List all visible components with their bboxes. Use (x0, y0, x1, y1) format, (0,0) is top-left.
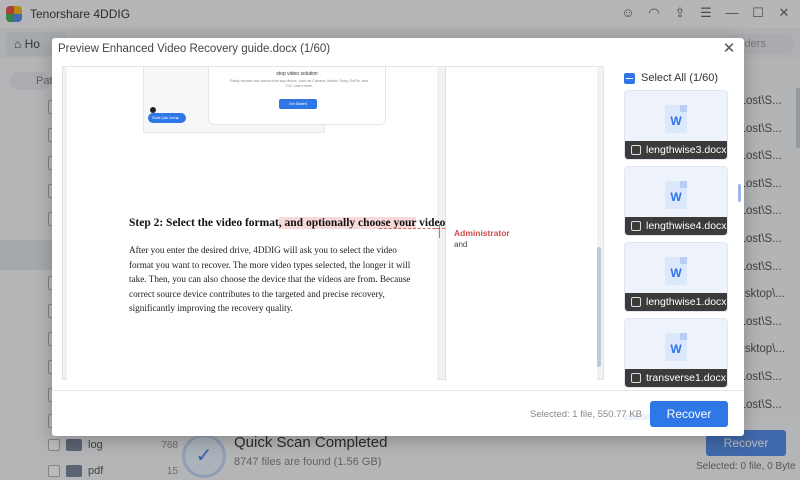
preview-scrollbar[interactable] (597, 247, 601, 367)
document-page: stop video solution Easily recover lost … (67, 67, 482, 381)
selected-summary: Selected: 1 file, 550.77 KB (530, 409, 642, 420)
close-icon[interactable]: ✕ (720, 40, 738, 58)
embedded-button: Get Started (279, 99, 317, 109)
comment-text: and (454, 240, 468, 249)
thumbnail-caption: lengthwise4.docx (625, 217, 727, 235)
comment-gutter: Administrator and (445, 67, 597, 381)
step-body: After you enter the desired drive, 4DDIG… (129, 245, 411, 313)
word-glyph: W (670, 190, 682, 204)
thumbnail-item[interactable]: W lengthwise1.docx (624, 242, 728, 312)
thumbnail-caption: transverse1.docx (625, 369, 727, 387)
select-all[interactable]: Select All (1/60) (624, 70, 718, 86)
thumbnail-item[interactable]: W transverse1.docx (624, 318, 728, 388)
embedded-screenshot: stop video solution Easily recover lost … (143, 67, 386, 133)
comment-marker-icon (433, 224, 447, 238)
thumbnail-list: Select All (1/60) W lengthwise3.docx W l… (624, 66, 736, 420)
thumbnail-name: lengthwise4.docx (646, 220, 727, 232)
recover-button[interactable]: Recover (650, 401, 728, 427)
thumbnail-checkbox[interactable] (631, 145, 641, 155)
preview-dialog: Preview Enhanced Video Recovery guide.do… (52, 38, 744, 436)
thumbnail-name: lengthwise1.docx (646, 296, 727, 308)
thumbnail-item[interactable]: W lengthwise4.docx (624, 166, 728, 236)
thumbnail-checkbox[interactable] (631, 297, 641, 307)
heading-part: Step 2: Select the video format (129, 217, 279, 229)
thumbnail-scrollbar[interactable] (738, 184, 741, 202)
word-glyph: W (670, 266, 682, 280)
embedded-title: stop video solution (276, 71, 318, 77)
embedded-description: Easily recover lost videos from any devi… (230, 79, 368, 88)
word-glyph: W (670, 342, 682, 356)
select-all-label: Select All (1/60) (641, 72, 719, 84)
embedded-card: stop video solution Easily recover lost … (208, 67, 386, 125)
comment-author: Administrator (454, 228, 510, 238)
select-all-checkbox[interactable] (624, 72, 635, 84)
word-glyph: W (670, 114, 682, 128)
thumbnail-name: transverse1.docx (646, 372, 726, 384)
thumbnail-checkbox[interactable] (631, 373, 641, 383)
document-preview[interactable]: stop video solution Easily recover lost … (62, 66, 604, 381)
dialog-title: Preview Enhanced Video Recovery guide.do… (58, 43, 331, 55)
thumbnail-caption: lengthwise3.docx (625, 141, 727, 159)
thumbnail-item[interactable]: W lengthwise3.docx (624, 90, 728, 160)
thumbnail-caption: lengthwise1.docx (625, 293, 727, 311)
embedded-pill: Guide Quik Cam ▶ (148, 113, 186, 123)
thumbnail-name: lengthwise3.docx (646, 144, 727, 156)
dialog-footer: Selected: 1 file, 550.77 KB Recover (52, 390, 744, 436)
thumbnail-checkbox[interactable] (631, 221, 641, 231)
